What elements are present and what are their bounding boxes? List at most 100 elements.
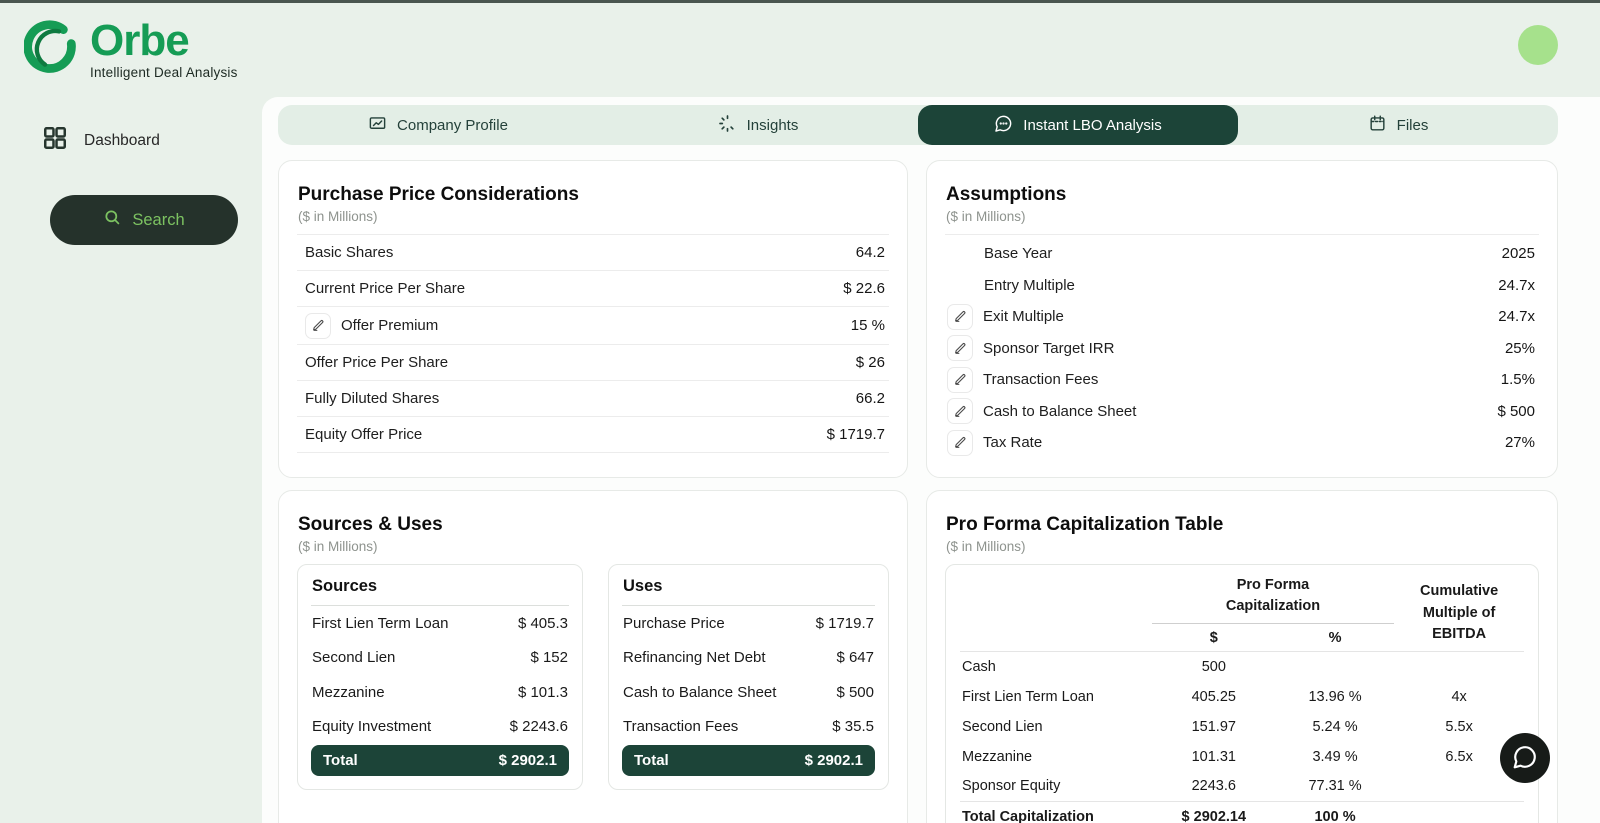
row-name: Cash xyxy=(960,652,1152,682)
row-label: Second Lien xyxy=(312,649,395,666)
row-name: Total Capitalization xyxy=(960,802,1152,823)
empty-header-cell xyxy=(960,575,1152,624)
assumption-row-editable: Exit Multiple 24.7x xyxy=(945,301,1539,333)
card-subtitle: ($ in Millions) xyxy=(946,539,1539,554)
row-value: 27% xyxy=(1505,434,1535,451)
row-multiple xyxy=(1394,772,1524,802)
tab-label: Instant LBO Analysis xyxy=(1023,117,1161,134)
row-label: Purchase Price xyxy=(623,615,725,632)
row-label: Tax Rate xyxy=(983,434,1042,451)
row-pct: 3.49 % xyxy=(1276,742,1394,772)
row-label: Exit Multiple xyxy=(983,308,1064,325)
avatar[interactable] xyxy=(1518,25,1558,65)
row-label: Transaction Fees xyxy=(623,718,738,735)
table-row: Second Lien $ 152 xyxy=(311,641,569,676)
row-pct: 77.31 % xyxy=(1276,772,1394,802)
table-row: Equity Offer Price $ 1719.7 xyxy=(297,417,889,453)
total-label: Total xyxy=(634,752,669,769)
row-multiple xyxy=(1394,652,1524,682)
row-label: Entry Multiple xyxy=(947,277,1075,294)
table-row-total: Total Capitalization $ 2902.14 100 % xyxy=(960,802,1524,823)
uses-table: Uses Purchase Price $ 1719.7 Refinancing… xyxy=(608,564,889,790)
card-title: Sources & Uses xyxy=(298,514,889,536)
tab-label: Company Profile xyxy=(397,117,508,134)
tab-insights[interactable]: Insights xyxy=(598,105,918,145)
tab-company-profile[interactable]: Company Profile xyxy=(278,105,598,145)
assumption-row-editable: Tax Rate 27% xyxy=(945,427,1539,459)
row-name: Sponsor Equity xyxy=(960,772,1152,802)
tab-label: Files xyxy=(1397,117,1429,134)
row-value: $ 647 xyxy=(836,649,874,666)
assumption-row: Entry Multiple 24.7x xyxy=(945,270,1539,302)
total-value: $ 2902.1 xyxy=(499,752,557,769)
row-usd: 101.31 xyxy=(1152,742,1276,772)
tab-files[interactable]: Files xyxy=(1238,105,1558,145)
card-subtitle: ($ in Millions) xyxy=(946,209,1539,224)
chat-fab-button[interactable] xyxy=(1500,733,1550,783)
chat-bubble-icon xyxy=(1512,744,1538,773)
table-row-editable: Offer Premium 15 % xyxy=(297,307,889,345)
uses-total-row: Total $ 2902.1 xyxy=(622,745,875,776)
row-value: 15 % xyxy=(851,317,885,334)
table-row: First Lien Term Loan 405.25 13.96 % 4x xyxy=(960,682,1524,712)
table-row: Mezzanine 101.31 3.49 % 6.5x xyxy=(960,742,1524,772)
edit-pencil-icon[interactable] xyxy=(947,335,973,361)
card-sources-and-uses: Sources & Uses ($ in Millions) Sources F… xyxy=(278,490,908,823)
row-label: Base Year xyxy=(947,245,1052,262)
row-usd: 405.25 xyxy=(1152,682,1276,712)
table-row: Fully Diluted Shares 66.2 xyxy=(297,381,889,417)
presentation-icon xyxy=(368,114,387,137)
grid-icon xyxy=(42,125,68,156)
edit-pencil-icon[interactable] xyxy=(947,367,973,393)
sparkle-icon xyxy=(718,114,737,137)
row-label: Offer Price Per Share xyxy=(305,354,448,371)
row-value: $ 405.3 xyxy=(518,615,568,632)
table-row: Basic Shares 64.2 xyxy=(297,235,889,271)
assumption-row: Base Year 2025 xyxy=(945,238,1539,270)
row-value: 64.2 xyxy=(856,244,885,261)
column-group-pro-forma: Pro Forma Capitalization xyxy=(1152,575,1395,624)
row-label: Cash to Balance Sheet xyxy=(623,684,776,701)
row-usd: 500 xyxy=(1152,652,1276,682)
card-pro-forma-capitalization: Pro Forma Capitalization Table ($ in Mil… xyxy=(926,490,1558,823)
row-multiple xyxy=(1394,802,1524,823)
search-button[interactable]: Search xyxy=(50,195,238,245)
capitalization-table: Pro Forma Capitalization Cumulative Mult… xyxy=(945,564,1539,823)
card-subtitle: ($ in Millions) xyxy=(298,539,889,554)
table-row: Purchase Price $ 1719.7 xyxy=(622,606,875,641)
table-row: Equity Investment $ 2243.6 xyxy=(311,710,569,745)
brand-tagline: Intelligent Deal Analysis xyxy=(90,65,238,80)
table-row: Mezzanine $ 101.3 xyxy=(311,675,569,710)
row-label: Current Price Per Share xyxy=(305,280,465,297)
table-row: Offer Price Per Share $ 26 xyxy=(297,345,889,381)
tab-instant-lbo-analysis[interactable]: Instant LBO Analysis xyxy=(918,105,1238,145)
card-purchase-price-considerations: Purchase Price Considerations ($ in Mill… xyxy=(278,160,908,478)
search-button-label: Search xyxy=(132,211,184,230)
sidebar-item-dashboard[interactable]: Dashboard xyxy=(42,125,160,156)
row-pct xyxy=(1276,652,1394,682)
row-name: First Lien Term Loan xyxy=(960,682,1152,712)
row-value: 2025 xyxy=(1502,245,1535,262)
edit-pencil-icon[interactable] xyxy=(947,304,973,330)
card-subtitle: ($ in Millions) xyxy=(298,209,889,224)
row-value: 66.2 xyxy=(856,390,885,407)
column-header-percent: % xyxy=(1276,624,1394,652)
total-value: $ 2902.1 xyxy=(805,752,863,769)
row-label: Refinancing Net Debt xyxy=(623,649,766,666)
assumption-row-editable: Cash to Balance Sheet $ 500 xyxy=(945,396,1539,428)
column-header-dollar: $ xyxy=(1152,624,1276,652)
edit-pencil-icon[interactable] xyxy=(305,313,331,339)
row-pct: 100 % xyxy=(1276,802,1394,823)
edit-pencil-icon[interactable] xyxy=(947,430,973,456)
edit-pencil-icon[interactable] xyxy=(947,398,973,424)
row-value: 25% xyxy=(1505,340,1535,357)
row-value: $ 2243.6 xyxy=(510,718,568,735)
row-name: Second Lien xyxy=(960,712,1152,742)
empty-header-cell xyxy=(960,624,1152,652)
row-label: Transaction Fees xyxy=(983,371,1098,388)
table-row: Cash to Balance Sheet $ 500 xyxy=(622,675,875,710)
row-multiple: 5.5x xyxy=(1394,712,1524,742)
row-label: Equity Offer Price xyxy=(305,426,422,443)
window-edge xyxy=(0,0,1600,3)
row-value: $ 500 xyxy=(1497,403,1535,420)
